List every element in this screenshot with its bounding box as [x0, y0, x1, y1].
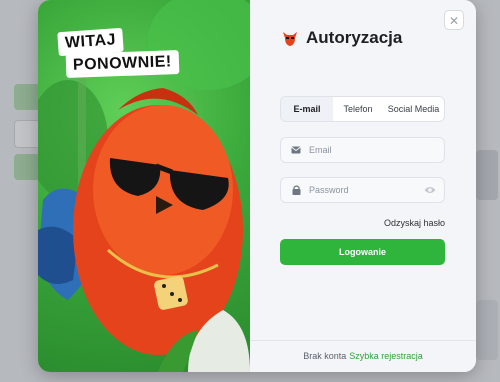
bird-logo-icon — [283, 32, 297, 46]
login-button[interactable]: Logowanie — [280, 239, 445, 265]
eye-icon[interactable] — [423, 186, 437, 194]
register-footer: Brak konta Szybka rejestracja — [250, 340, 476, 372]
tab-social-media[interactable]: Social Media — [383, 97, 444, 121]
tab-phone[interactable]: Telefon — [333, 97, 383, 121]
envelope-icon — [289, 146, 303, 154]
email-field — [280, 137, 445, 163]
lock-icon — [289, 185, 303, 195]
auth-method-tabs: E-mail Telefon Social Media — [280, 96, 445, 122]
close-button[interactable]: ✕ — [444, 10, 464, 30]
forgot-password-link[interactable]: Odzyskaj hasło — [384, 218, 445, 228]
modal-title: Autoryzacja — [306, 28, 403, 47]
tab-email[interactable]: E-mail — [281, 97, 333, 121]
password-input[interactable] — [307, 184, 423, 196]
promo-panel: WITAJ PONOWNIE! — [38, 0, 250, 372]
auth-modal: WITAJ PONOWNIE! ✕ Autoryzacja E-mail Tel… — [38, 0, 476, 372]
modal-header: Autoryzacja — [280, 28, 402, 48]
auth-form-panel: ✕ Autoryzacja E-mail Telefon Social Medi… — [250, 0, 476, 372]
register-link[interactable]: Szybka rejestracja — [349, 351, 423, 361]
close-icon: ✕ — [448, 14, 460, 28]
email-input[interactable] — [307, 144, 444, 156]
promo-headline-line2: PONOWNIE! — [65, 50, 180, 78]
no-account-text: Brak konta — [303, 351, 347, 361]
password-field — [280, 177, 445, 203]
